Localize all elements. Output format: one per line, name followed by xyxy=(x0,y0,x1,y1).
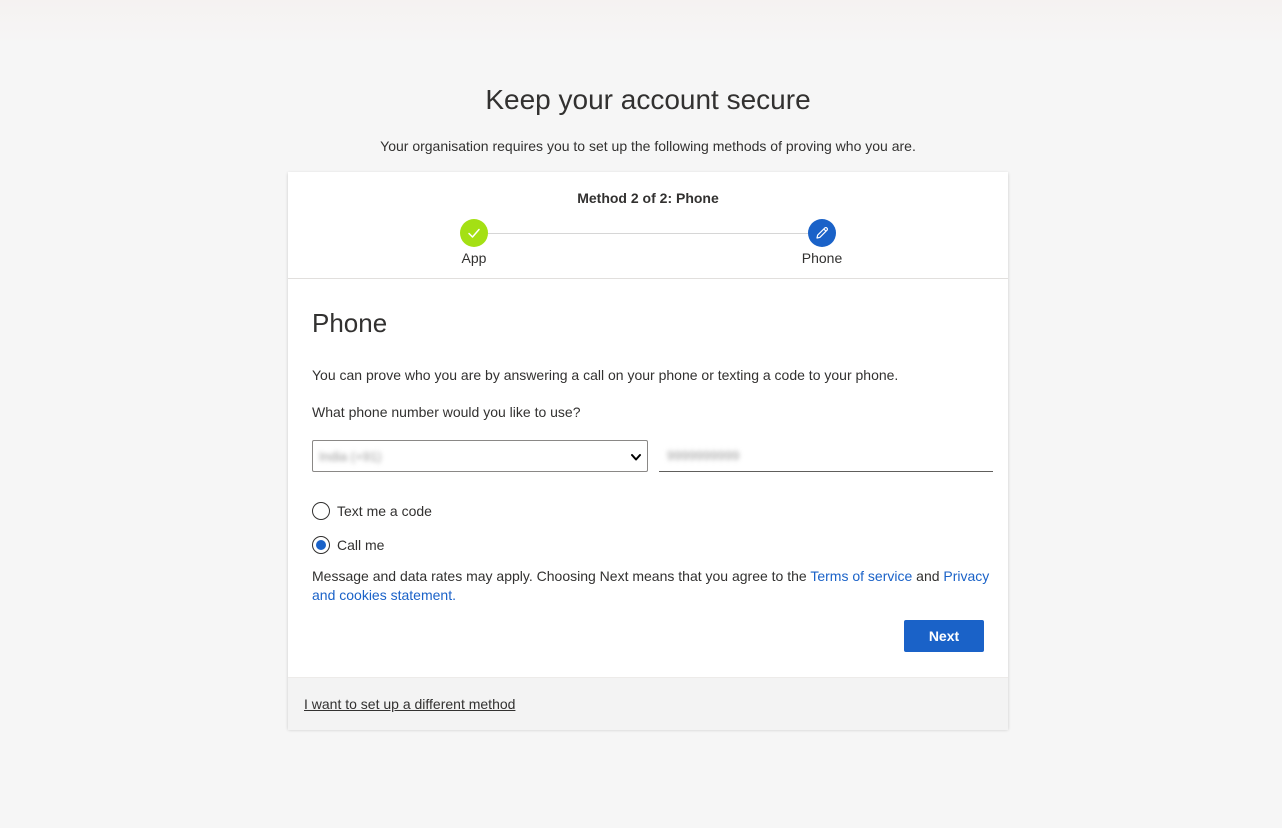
step-label-app: App xyxy=(461,250,487,266)
section-title: Phone xyxy=(312,308,388,338)
step-phone-current xyxy=(808,219,836,247)
phone-question: What phone number would you like to use? xyxy=(312,404,581,420)
country-code-value: India (+91) xyxy=(319,449,382,464)
option-text-me-a-code[interactable]: Text me a code xyxy=(312,500,432,522)
phone-number-input[interactable]: 9999999999 xyxy=(659,440,993,472)
setup-card: Method 2 of 2: Phone App Phone Phone You… xyxy=(288,172,1008,730)
step-app-complete xyxy=(460,219,488,247)
phone-number-value: 9999999999 xyxy=(667,448,740,463)
method-description: You can prove who you are by answering a… xyxy=(312,367,899,383)
radio-call-me[interactable] xyxy=(312,536,330,554)
option-label-text: Text me a code xyxy=(337,503,432,519)
progress-header: Method 2 of 2: Phone App Phone xyxy=(288,172,1008,279)
option-label-call: Call me xyxy=(337,537,385,553)
country-code-select[interactable]: India (+91) xyxy=(312,440,648,472)
step-connector-line xyxy=(488,233,808,234)
pencil-icon xyxy=(816,226,829,239)
progress-title: Method 2 of 2: Phone xyxy=(577,190,719,206)
disclaimer-middle: and xyxy=(912,568,944,584)
next-button[interactable]: Next xyxy=(904,620,984,652)
step-label-phone: Phone xyxy=(801,250,843,266)
radio-text-me-a-code[interactable] xyxy=(312,502,330,520)
different-method-link[interactable]: I want to set up a different method xyxy=(304,696,515,712)
option-call-me[interactable]: Call me xyxy=(312,534,384,556)
terms-of-service-link[interactable]: Terms of service xyxy=(810,568,912,584)
page-title: Keep your account secure xyxy=(485,84,811,115)
rates-disclaimer: Message and data rates may apply. Choosi… xyxy=(312,567,992,605)
disclaimer-prefix: Message and data rates may apply. Choosi… xyxy=(312,568,811,584)
checkmark-icon xyxy=(468,228,480,238)
top-band xyxy=(0,0,1282,46)
card-footer: I want to set up a different method xyxy=(288,677,1008,730)
page-subtitle: Your organisation requires you to set up… xyxy=(380,138,916,154)
chevron-down-icon xyxy=(631,454,641,461)
